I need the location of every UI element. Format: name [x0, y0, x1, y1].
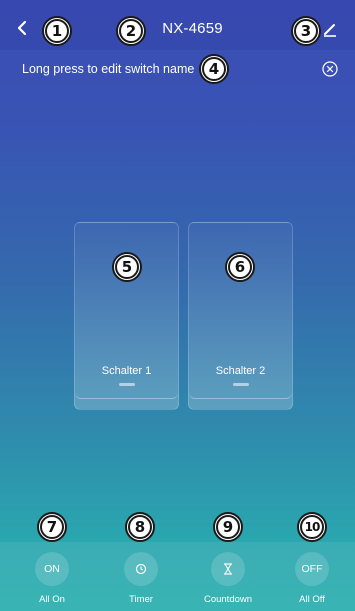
- timer-button[interactable]: Timer: [106, 552, 176, 605]
- hourglass-icon: [224, 563, 232, 575]
- marker-4: 4: [199, 54, 229, 84]
- switch-1-indicator: [119, 383, 135, 386]
- marker-5: 5: [112, 252, 142, 282]
- marker-1: 1: [42, 16, 72, 46]
- marker-6: 6: [225, 252, 255, 282]
- timer-label: Timer: [129, 594, 153, 605]
- all-off-label: All Off: [299, 594, 325, 605]
- all-off-icon: OFF: [295, 552, 329, 586]
- all-off-button[interactable]: OFF All Off: [277, 552, 347, 605]
- hint-close-button[interactable]: [321, 60, 339, 78]
- hint-banner: Long press to edit switch name: [0, 52, 355, 86]
- close-circle-icon: [322, 61, 338, 77]
- all-on-label: All On: [39, 594, 65, 605]
- switch-2-indicator: [233, 383, 249, 386]
- marker-2: 2: [116, 16, 146, 46]
- countdown-label: Countdown: [203, 594, 253, 605]
- edit-button[interactable]: [319, 18, 341, 40]
- pencil-icon: [324, 24, 336, 37]
- marker-9: 9: [213, 512, 243, 542]
- marker-10: 10: [297, 512, 327, 542]
- marker-3: 3: [291, 16, 321, 46]
- switch-2-label: Schalter 2: [215, 365, 266, 377]
- countdown-button[interactable]: Countdown: [193, 552, 263, 605]
- switch-1-label: Schalter 1: [101, 365, 152, 377]
- marker-8: 8: [125, 512, 155, 542]
- all-on-button[interactable]: ON All On: [17, 552, 87, 605]
- hint-text: Long press to edit switch name: [22, 62, 195, 76]
- marker-7: 7: [37, 512, 67, 542]
- switch-1[interactable]: Schalter 1: [74, 222, 179, 410]
- all-on-icon: ON: [35, 552, 69, 586]
- clock-icon: [135, 563, 147, 575]
- switch-2[interactable]: Schalter 2: [188, 222, 293, 410]
